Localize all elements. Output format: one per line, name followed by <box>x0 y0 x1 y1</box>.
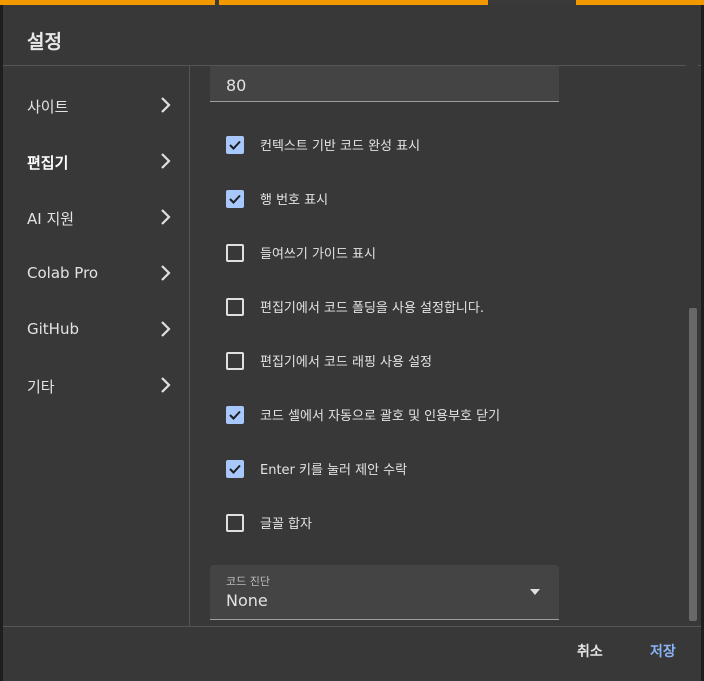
chevron-right-icon <box>161 209 171 225</box>
sidebar-item-github[interactable]: GitHub <box>3 310 189 350</box>
footer-divider <box>3 626 701 627</box>
chevron-right-icon <box>161 265 171 281</box>
checkbox-label: 편집기에서 코드 폴딩을 사용 설정합니다. <box>260 301 484 316</box>
checkbox-label: 행 번호 표시 <box>260 193 329 208</box>
checkbox-label: 글꼴 합자 <box>260 517 312 532</box>
sidebar-item-label: 기타 <box>27 378 55 396</box>
cancel-button[interactable]: 취소 <box>577 641 603 661</box>
settings-content: 80 컨텍스트 기반 코드 완성 표시 행 번호 표시 들여쓰기 가이드 표시 … <box>190 66 701 626</box>
chevron-right-icon <box>161 377 171 393</box>
checkbox[interactable] <box>226 352 244 370</box>
sidebar-item-label: 편집기 <box>27 154 69 172</box>
dialog-title: 설정 <box>27 31 62 53</box>
select-value: None <box>226 591 268 610</box>
checkbox[interactable] <box>226 406 244 424</box>
chevron-right-icon <box>161 321 171 337</box>
code-diagnostics-select[interactable]: 코드 진단 None <box>210 565 559 620</box>
select-label: 코드 진단 <box>226 575 270 588</box>
checkbox-label: 코드 셀에서 자동으로 괄호 및 인용부호 닫기 <box>260 409 501 424</box>
settings-dialog: 설정 사이트 편집기 AI 지원 Colab Pro GitHub 기타 80 … <box>3 5 701 681</box>
save-button[interactable]: 저장 <box>650 641 676 661</box>
chevron-right-icon <box>161 97 171 113</box>
sidebar-item-misc[interactable]: 기타 <box>3 366 189 406</box>
sidebar-item-label: AI 지원 <box>27 210 75 228</box>
sidebar-item-label: 사이트 <box>27 98 69 116</box>
chevron-right-icon <box>161 153 171 169</box>
scrollbar-thumb[interactable] <box>689 308 697 621</box>
sidebar-item-colab-pro[interactable]: Colab Pro <box>3 254 189 294</box>
checkbox-label: 편집기에서 코드 래핑 사용 설정 <box>260 355 433 370</box>
checkbox[interactable] <box>226 190 244 208</box>
checkbox-label: 들여쓰기 가이드 표시 <box>260 247 376 262</box>
sidebar-item-editor[interactable]: 편집기 <box>3 142 189 182</box>
check-icon <box>229 410 241 420</box>
sidebar-item-site[interactable]: 사이트 <box>3 86 189 126</box>
line-length-field[interactable]: 80 <box>210 66 559 102</box>
check-icon <box>229 194 241 204</box>
dropdown-arrow-icon <box>530 589 540 595</box>
checkbox-label: Enter 키를 눌러 제안 수락 <box>260 463 408 478</box>
checkbox[interactable] <box>226 514 244 532</box>
sidebar-item-label: GitHub <box>27 320 79 338</box>
check-icon <box>229 140 241 150</box>
sidebar-item-label: Colab Pro <box>27 264 99 282</box>
check-icon <box>229 464 241 474</box>
line-length-value: 80 <box>226 76 247 95</box>
settings-sidebar: 사이트 편집기 AI 지원 Colab Pro GitHub 기타 <box>3 66 190 626</box>
checkbox-label: 컨텍스트 기반 코드 완성 표시 <box>260 139 421 154</box>
checkbox[interactable] <box>226 298 244 316</box>
sidebar-item-ai-assist[interactable]: AI 지원 <box>3 198 189 238</box>
checkbox[interactable] <box>226 136 244 154</box>
checkbox[interactable] <box>226 244 244 262</box>
checkbox[interactable] <box>226 460 244 478</box>
